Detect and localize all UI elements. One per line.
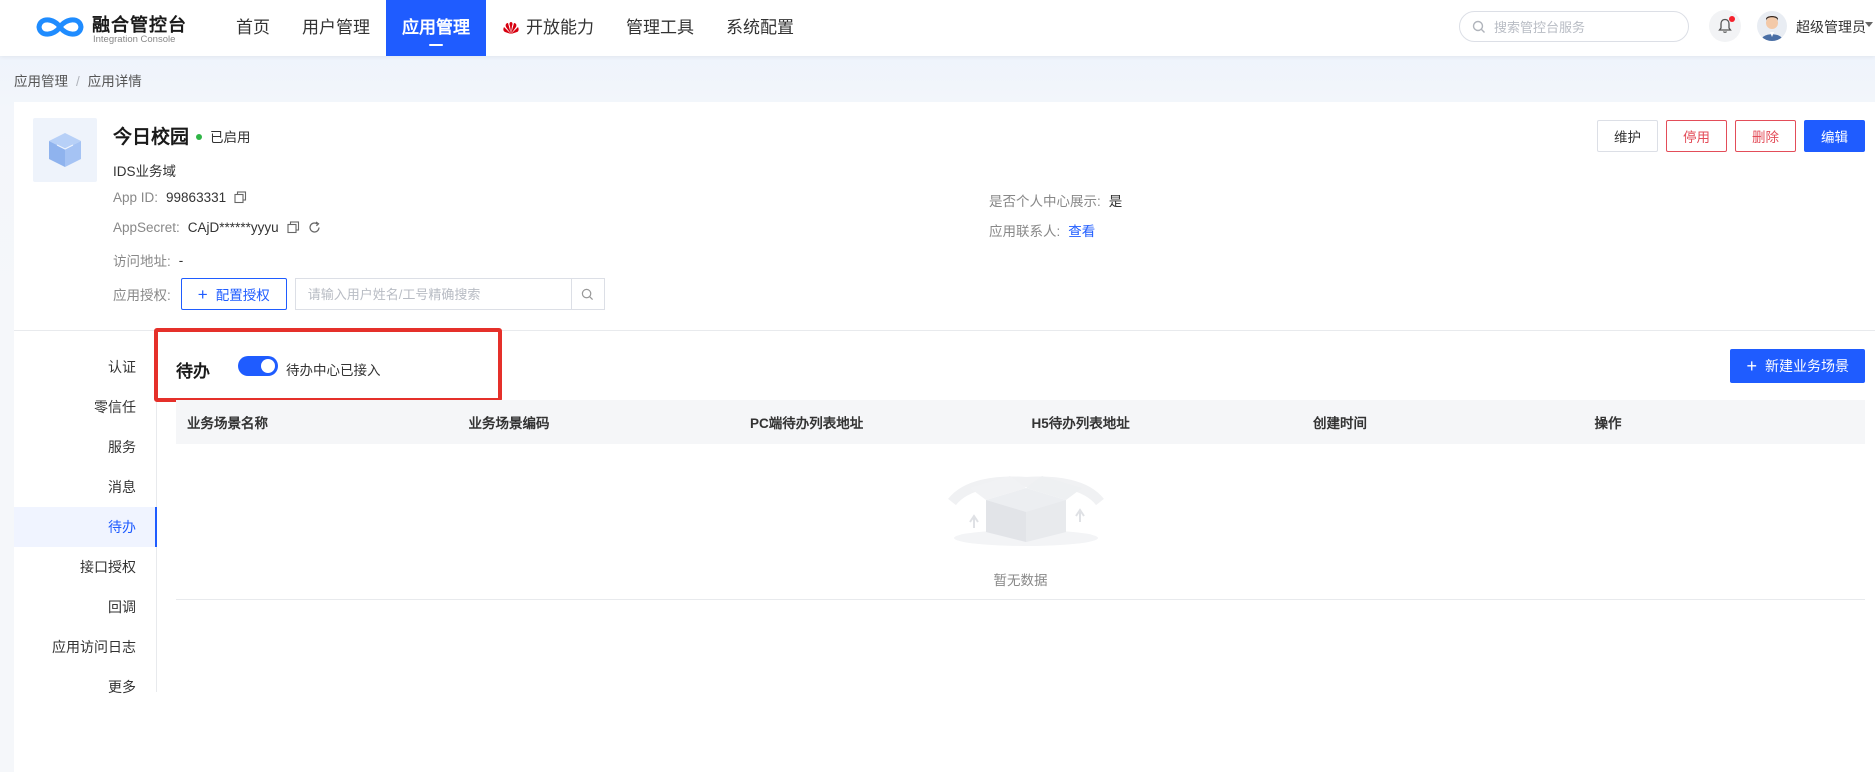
column-h5-list-url: H5待办列表地址 <box>1031 416 1130 431</box>
refresh-icon[interactable] <box>308 221 321 234</box>
tab-access-log[interactable]: 应用访问日志 <box>14 627 156 667</box>
chevron-down-icon[interactable] <box>1865 22 1873 27</box>
nav-label: 应用管理 <box>402 18 470 37</box>
app-contact-row: 应用联系人: 查看 <box>989 220 1095 240</box>
copy-icon[interactable] <box>287 221 300 234</box>
auth-search-button[interactable] <box>570 279 604 309</box>
app-auth-label: 应用授权: <box>113 288 171 303</box>
top-navigation-bar: 融合管控台 Integration Console 首页 用户管理 应用管理 开… <box>0 0 1875 56</box>
delete-button[interactable]: 删除 <box>1735 120 1796 152</box>
table-header: 业务场景名称 业务场景编码 PC端待办列表地址 H5待办列表地址 创建时间 操作 <box>176 400 1865 444</box>
view-contact-link[interactable]: 查看 <box>1068 220 1095 240</box>
configure-auth-button[interactable]: + 配置授权 <box>180 278 287 310</box>
nav-label: 系统配置 <box>726 18 794 37</box>
nav-open-capabilities[interactable]: 开放能力 <box>486 0 610 56</box>
toggle-knob <box>261 359 275 373</box>
nav-home[interactable]: 首页 <box>220 0 286 56</box>
column-actions: 操作 <box>1594 416 1622 431</box>
user-name[interactable]: 超级管理员 <box>1796 17 1866 37</box>
logo[interactable]: 融合管控台 Integration Console <box>34 10 186 46</box>
copy-icon[interactable] <box>234 191 247 204</box>
todo-center-toggle-label: 待办中心已接入 <box>286 363 381 378</box>
nav-app-management[interactable]: 应用管理 <box>386 0 486 56</box>
user-avatar[interactable] <box>1757 11 1787 41</box>
tab-callback[interactable]: 回调 <box>14 587 156 627</box>
breadcrumb-app-management[interactable]: 应用管理 <box>14 74 68 89</box>
empty-state-text: 暂无数据 <box>993 573 1048 588</box>
breadcrumb: 应用管理 / 应用详情 <box>14 70 142 90</box>
app-name: 今日校园 <box>113 127 190 148</box>
configure-auth-label: 配置授权 <box>215 288 270 303</box>
column-created-time: 创建时间 <box>1313 416 1367 431</box>
main-nav: 首页 用户管理 应用管理 开放能力 管理工具 系统配置 <box>220 0 810 56</box>
nav-management-tools[interactable]: 管理工具 <box>610 0 710 56</box>
app-domain: IDS业务域 <box>113 164 177 179</box>
empty-box-icon <box>946 462 1106 551</box>
new-business-scene-label: 新建业务场景 <box>1765 358 1849 374</box>
auth-user-search <box>294 278 605 310</box>
personal-center-label: 是否个人中心展示: <box>989 194 1101 209</box>
app-contact-label: 应用联系人: <box>989 224 1061 239</box>
column-scene-code: 业务场景编码 <box>468 416 550 431</box>
nav-label: 开放能力 <box>526 18 594 37</box>
app-detail-card: 今日校园 已启用 IDS业务域 App ID: 99863331 AppSecr… <box>14 102 1875 772</box>
app-id-label: App ID: <box>113 190 159 205</box>
access-url-row: 访问地址: - <box>113 250 183 270</box>
notification-badge <box>1729 16 1735 22</box>
status-badge: 已启用 <box>196 126 251 146</box>
tab-message[interactable]: 消息 <box>14 467 156 507</box>
nav-user-management[interactable]: 用户管理 <box>286 0 386 56</box>
infinity-logo-icon <box>36 17 84 37</box>
app-secret-value: CAjD******yyyu <box>187 220 279 235</box>
logo-subtitle: Integration Console <box>93 34 176 45</box>
plus-icon: + <box>197 284 208 304</box>
access-url-label: 访问地址: <box>113 254 171 269</box>
status-dot <box>196 134 202 140</box>
personal-center-value: 是 <box>1108 194 1123 209</box>
tab-zero-trust[interactable]: 零信任 <box>14 387 156 427</box>
business-scene-table: 业务场景名称 业务场景编码 PC端待办列表地址 H5待办列表地址 创建时间 操作 <box>176 400 1865 600</box>
todo-center-toggle[interactable] <box>238 356 278 376</box>
tab-api-auth[interactable]: 接口授权 <box>14 547 156 587</box>
auth-user-search-input[interactable] <box>295 279 572 309</box>
search-icon <box>581 288 594 300</box>
section-divider <box>14 330 1875 331</box>
notification-button[interactable] <box>1709 10 1741 42</box>
nav-label: 首页 <box>236 18 270 37</box>
new-business-scene-button[interactable]: + 新建业务场景 <box>1730 349 1865 383</box>
column-scene-name: 业务场景名称 <box>187 416 268 431</box>
access-url-value: - <box>178 252 184 268</box>
app-secret-label: AppSecret: <box>113 220 180 235</box>
app-secret-row: AppSecret: CAjD******yyyu <box>113 220 321 235</box>
personal-center-row: 是否个人中心展示: 是 <box>989 190 1122 210</box>
app-id-value: 99863331 <box>166 190 227 205</box>
edit-button[interactable]: 编辑 <box>1804 120 1865 152</box>
console-search-input[interactable] <box>1494 16 1679 38</box>
app-id-row: App ID: 99863331 <box>113 190 247 205</box>
status-text: 已启用 <box>210 130 251 145</box>
tab-service[interactable]: 服务 <box>14 427 156 467</box>
table-body: 暂无数据 <box>176 444 1865 600</box>
plus-icon: + <box>1746 356 1757 376</box>
app-actions: 维护 停用 删除 编辑 <box>1589 120 1865 152</box>
tab-auth[interactable]: 认证 <box>14 347 156 387</box>
tab-todo[interactable]: 待办 <box>14 507 157 547</box>
disable-button[interactable]: 停用 <box>1666 120 1727 152</box>
console-search <box>1459 11 1689 42</box>
tab-more[interactable]: 更多 <box>14 667 156 707</box>
todo-section-title: 待办 <box>176 362 210 381</box>
breadcrumb-app-detail: 应用详情 <box>87 74 142 89</box>
maintain-button[interactable]: 维护 <box>1597 120 1658 152</box>
app-cube-icon <box>33 118 97 182</box>
column-pc-list-url: PC端待办列表地址 <box>750 416 864 431</box>
nav-label: 管理工具 <box>626 18 694 37</box>
breadcrumb-separator: / <box>76 74 80 89</box>
huawei-logo-icon <box>502 21 520 35</box>
nav-label: 用户管理 <box>302 18 370 37</box>
search-icon <box>1472 20 1486 37</box>
detail-side-tabs: 认证 零信任 服务 消息 待办 接口授权 回调 应用访问日志 更多 <box>14 347 157 695</box>
app-auth-row: 应用授权: + 配置授权 <box>113 278 605 310</box>
nav-system-config[interactable]: 系统配置 <box>710 0 810 56</box>
